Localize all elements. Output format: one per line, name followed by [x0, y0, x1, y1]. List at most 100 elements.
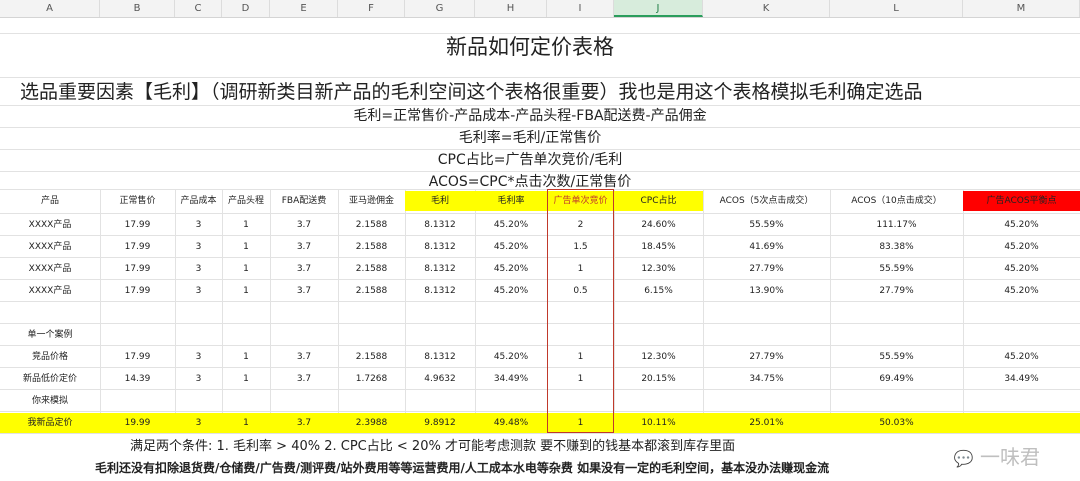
my-price-cell[interactable] [963, 413, 1080, 433]
formula-profit[interactable]: 毛利=正常售价-产品成本-产品头程-FBA配送费-产品佣金 [0, 105, 1060, 125]
my-price-cell[interactable]: 19.99 [100, 413, 175, 433]
table-cell[interactable]: 2.1588 [338, 281, 405, 301]
table-cell[interactable]: 17.99 [100, 259, 175, 279]
header-cell[interactable]: 毛利率 [475, 191, 547, 211]
table-cell[interactable]: 3 [175, 215, 222, 235]
header-cell[interactable]: 正常售价 [100, 191, 175, 211]
my-price-cell[interactable]: 10.11% [614, 413, 703, 433]
column-header-b[interactable]: B [100, 0, 175, 17]
table-cell[interactable]: 17.99 [100, 215, 175, 235]
table-cell[interactable]: 41.69% [703, 237, 830, 257]
column-header-f[interactable]: F [338, 0, 405, 17]
case-cell[interactable]: 1 [222, 369, 270, 389]
table-cell[interactable]: 13.90% [703, 281, 830, 301]
column-header-j[interactable]: J [614, 0, 703, 17]
case-cell[interactable]: 1 [222, 347, 270, 367]
table-cell[interactable]: 83.38% [830, 237, 963, 257]
table-cell[interactable]: 8.1312 [405, 259, 475, 279]
header-cell[interactable]: 产品 [0, 191, 100, 211]
table-cell[interactable]: XXXX产品 [0, 237, 100, 257]
case-cell[interactable]: 3.7 [270, 347, 338, 367]
column-header-i[interactable]: I [547, 0, 614, 17]
table-cell[interactable]: 8.1312 [405, 215, 475, 235]
table-cell[interactable]: 111.17% [830, 215, 963, 235]
my-price-cell[interactable]: 我新品定价 [0, 413, 100, 433]
my-price-cell[interactable]: 50.03% [830, 413, 963, 433]
table-cell[interactable]: 45.20% [475, 215, 547, 235]
table-cell[interactable]: 45.20% [963, 215, 1080, 235]
case-cell[interactable]: 55.59% [830, 347, 963, 367]
case-cell[interactable]: 20.15% [614, 369, 703, 389]
header-cell[interactable]: 广告ACOS平衡点 [963, 191, 1080, 211]
header-cell[interactable]: 亚马逊佣金 [338, 191, 405, 211]
my-price-cell[interactable]: 3.7 [270, 413, 338, 433]
table-cell[interactable]: 45.20% [963, 237, 1080, 257]
my-price-cell[interactable]: 2.3988 [338, 413, 405, 433]
my-price-cell[interactable]: 1 [222, 413, 270, 433]
my-price-cell[interactable]: 49.48% [475, 413, 547, 433]
column-header-k[interactable]: K [703, 0, 830, 17]
header-cell[interactable]: ACOS（5次点击成交） [703, 191, 830, 211]
case-cell[interactable]: 34.75% [703, 369, 830, 389]
my-price-cell[interactable]: 3 [175, 413, 222, 433]
header-cell[interactable]: 产品头程 [222, 191, 270, 211]
table-cell[interactable]: 3 [175, 281, 222, 301]
table-cell[interactable]: 1 [222, 281, 270, 301]
column-header-c[interactable]: C [175, 0, 222, 17]
header-cell[interactable]: 产品成本 [175, 191, 222, 211]
formula-acos[interactable]: ACOS=CPC*点击次数/正常售价 [0, 171, 1060, 191]
header-cell[interactable]: FBA配送费 [270, 191, 338, 211]
table-cell[interactable]: 3.7 [270, 281, 338, 301]
table-cell[interactable]: 3 [175, 237, 222, 257]
header-cell[interactable]: ACOS（10点击成交） [830, 191, 963, 211]
footer-note[interactable]: 毛利还没有扣除退货费/仓储费/广告费/测评费/站外费用等等运营费用/人工成本水电… [95, 459, 829, 476]
table-cell[interactable]: 55.59% [830, 259, 963, 279]
case-cell[interactable]: 8.1312 [405, 347, 475, 367]
formula-margin[interactable]: 毛利率=毛利/正常售价 [0, 127, 1060, 147]
sheet-subtitle[interactable]: 选品重要因素【毛利】（调研新类目新产品的毛利空间这个表格很重要）我也是用这个表格… [20, 77, 923, 104]
case-cell[interactable]: 69.49% [830, 369, 963, 389]
table-cell[interactable]: 3.7 [270, 237, 338, 257]
table-cell[interactable]: 2.1588 [338, 259, 405, 279]
case-cell[interactable]: 竞品价格 [0, 347, 100, 367]
table-cell[interactable]: 8.1312 [405, 237, 475, 257]
table-cell[interactable]: 1 [222, 237, 270, 257]
column-header-m[interactable]: M [963, 0, 1080, 17]
case-cell[interactable]: 4.9632 [405, 369, 475, 389]
column-header-a[interactable]: A [0, 0, 100, 17]
table-cell[interactable]: 2.1588 [338, 215, 405, 235]
table-cell[interactable]: 17.99 [100, 237, 175, 257]
table-cell[interactable]: 27.79% [703, 259, 830, 279]
case-cell[interactable]: 27.79% [703, 347, 830, 367]
column-header-g[interactable]: G [405, 0, 475, 17]
case-cell[interactable]: 2.1588 [338, 347, 405, 367]
simulate-label[interactable]: 你来模拟 [0, 391, 100, 411]
formula-cpc[interactable]: CPC占比=广告单次竞价/毛利 [0, 149, 1060, 169]
case-cell[interactable]: 14.39 [100, 369, 175, 389]
table-cell[interactable]: 45.20% [475, 259, 547, 279]
table-cell[interactable]: 3 [175, 259, 222, 279]
table-cell[interactable]: 45.20% [963, 281, 1080, 301]
case-cell[interactable]: 新品低价定价 [0, 369, 100, 389]
case-cell[interactable]: 3 [175, 347, 222, 367]
table-cell[interactable]: XXXX产品 [0, 281, 100, 301]
table-cell[interactable]: XXXX产品 [0, 215, 100, 235]
case-cell[interactable]: 45.20% [475, 347, 547, 367]
table-cell[interactable]: 6.15% [614, 281, 703, 301]
column-header-h[interactable]: H [475, 0, 547, 17]
case-cell[interactable]: 17.99 [100, 347, 175, 367]
table-cell[interactable]: 24.60% [614, 215, 703, 235]
case-cell[interactable]: 34.49% [963, 369, 1080, 389]
case-cell[interactable]: 3 [175, 369, 222, 389]
table-cell[interactable]: 1 [222, 215, 270, 235]
table-cell[interactable]: 45.20% [475, 237, 547, 257]
my-price-cell[interactable]: 9.8912 [405, 413, 475, 433]
table-cell[interactable]: 12.30% [614, 259, 703, 279]
column-header-l[interactable]: L [830, 0, 963, 17]
case-cell[interactable]: 45.20% [963, 347, 1080, 367]
case-cell[interactable]: 12.30% [614, 347, 703, 367]
column-header-d[interactable]: D [222, 0, 270, 17]
table-cell[interactable]: 1 [222, 259, 270, 279]
header-cell[interactable]: CPC占比 [614, 191, 703, 211]
table-cell[interactable]: XXXX产品 [0, 259, 100, 279]
